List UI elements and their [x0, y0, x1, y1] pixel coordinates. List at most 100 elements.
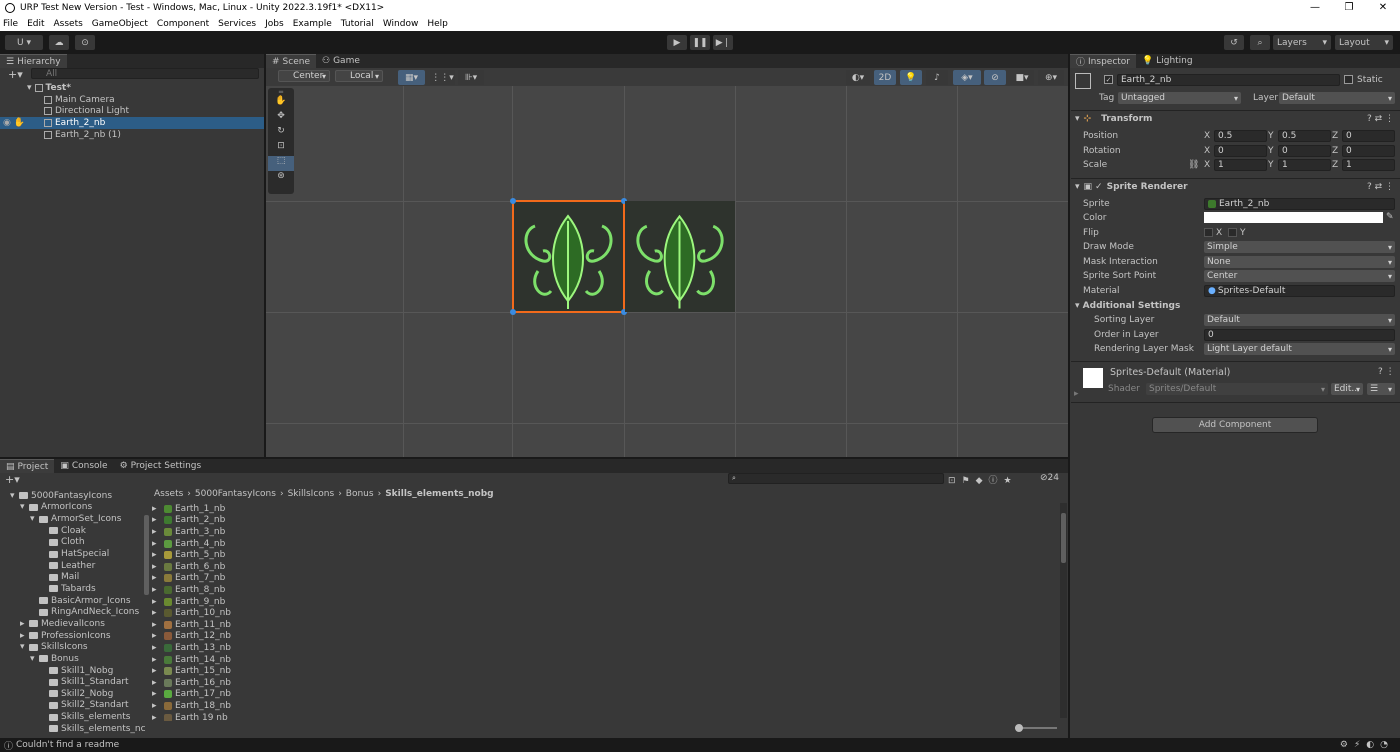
sprite-renderer-header[interactable]: ▾ ▣ ✓ Sprite Renderer? ⇄ ⋮	[1071, 178, 1400, 194]
menu-help[interactable]: Help	[427, 19, 448, 29]
tree-scrollbar[interactable]	[144, 515, 149, 595]
scale-z-axis-label[interactable]: Z	[1332, 160, 1338, 170]
folder-tree-item[interactable]: Mail	[40, 572, 79, 584]
asset-expand-icon[interactable]: ▸	[152, 643, 164, 653]
folder-tree-item[interactable]: Tabards	[40, 583, 96, 595]
menu-window[interactable]: Window	[383, 19, 419, 29]
project-search-input[interactable]: ⌕	[728, 473, 944, 484]
effects-icon[interactable]: ◈▾	[953, 70, 981, 85]
folder-tree-item[interactable]: ▸ MedievalIcons	[20, 618, 105, 630]
asset-list-item[interactable]: ▸ Earth_1_nb	[152, 503, 225, 515]
folder-tree-item[interactable]: Skills_elements	[40, 711, 130, 723]
asset-expand-icon[interactable]: ▸	[152, 597, 164, 607]
close-button[interactable]: ✕	[1366, 0, 1400, 16]
object-name-input[interactable]: Earth_2_nb	[1117, 74, 1340, 86]
asset-expand-icon[interactable]: ▸	[152, 585, 164, 595]
menu-example[interactable]: Example	[293, 19, 332, 29]
layers-dropdown[interactable]: Layers ▾	[1273, 35, 1331, 50]
asset-expand-icon[interactable]: ▸	[152, 666, 164, 676]
file-list-scrollbar[interactable]	[1060, 503, 1067, 718]
transform-header[interactable]: ▾ ⊹ Transform? ⇄ ⋮	[1071, 110, 1400, 126]
tab-project-settings[interactable]: ⚙ Project Settings	[114, 459, 208, 473]
gizmos-icon[interactable]: ⊕▾	[1038, 70, 1064, 85]
breadcrumb-skills-elements-nobg[interactable]: Skills_elements_nobg	[385, 489, 493, 499]
asset-list-item[interactable]: ▸ Earth_5_nb	[152, 549, 225, 561]
menu-file[interactable]: File	[3, 19, 18, 29]
asset-list-item[interactable]: ▸ Earth_16_nb	[152, 677, 231, 689]
folder-expand-icon[interactable]: ▾	[20, 642, 29, 652]
audio-toggle-icon[interactable]: ♪	[926, 70, 948, 85]
scale-lock-icon[interactable]: ⛓	[1188, 160, 1199, 170]
status-icons[interactable]: ⚙⚡◐◔	[1340, 740, 1394, 750]
position-y-input[interactable]: 0.5	[1278, 130, 1331, 142]
rotation-y-input[interactable]: 0	[1278, 145, 1331, 157]
position-y-axis-label[interactable]: Y	[1268, 131, 1274, 141]
hierarchy-item-earth-2[interactable]: Earth_2_nb	[44, 117, 105, 129]
hierarchy-item-main-camera[interactable]: Main Camera	[44, 94, 115, 106]
asset-list-item[interactable]: ▸ Earth_8_nb	[152, 584, 225, 596]
position-z-input[interactable]: 0	[1342, 130, 1395, 142]
folder-expand-icon[interactable]: ▾	[20, 502, 29, 512]
menu-jobs[interactable]: Jobs	[265, 19, 284, 29]
draw-mode-dropdown[interactable]: Simple	[1204, 241, 1395, 253]
folder-tree-item[interactable]: Cloth	[40, 537, 85, 549]
layer-dropdown[interactable]: Default	[1279, 92, 1395, 104]
tab-hierarchy[interactable]: ☰ Hierarchy	[0, 54, 67, 68]
asset-list-item[interactable]: ▸ Earth_12_nb	[152, 631, 231, 643]
material-foldout-icon[interactable]: ▸	[1074, 389, 1079, 399]
asset-expand-icon[interactable]: ▸	[152, 655, 164, 665]
material-field[interactable]: ● Sprites-Default	[1204, 285, 1395, 297]
asset-expand-icon[interactable]: ▸	[152, 550, 164, 560]
asset-list-item[interactable]: ▸ Earth_6_nb	[152, 561, 225, 573]
icon-size-slider[interactable]	[1015, 724, 1057, 732]
pivot-dropdown[interactable]: Center	[278, 70, 330, 82]
asset-expand-icon[interactable]: ▸	[152, 701, 164, 711]
shader-dropdown[interactable]: Sprites/Default	[1146, 383, 1328, 395]
rect-tool-icon[interactable]: ⬚	[268, 156, 294, 171]
folder-tree-item[interactable]: Skill1_Standart	[40, 676, 129, 688]
grid-visibility-icon[interactable]: ⋮⋮▾	[430, 70, 455, 85]
breadcrumb-bonus[interactable]: Bonus	[346, 489, 374, 499]
tab-inspector[interactable]: ⓘ Inspector	[1070, 54, 1136, 68]
asset-list-item[interactable]: ▸ Earth_18_nb	[152, 700, 231, 712]
shader-menu-icon[interactable]: ☰	[1367, 383, 1395, 395]
asset-expand-icon[interactable]: ▸	[152, 515, 164, 525]
asset-list-item[interactable]: ▸ Earth 19 nb	[152, 712, 228, 721]
folder-tree-item[interactable]: Skill1_Nobg	[40, 665, 113, 677]
asset-expand-icon[interactable]: ▸	[152, 713, 164, 721]
menu-services[interactable]: Services	[218, 19, 256, 29]
eyedropper-icon[interactable]: ✎	[1386, 212, 1394, 222]
tab-game[interactable]: ⚇ Game	[316, 54, 366, 68]
rect-handle[interactable]	[510, 198, 516, 204]
position-x-axis-label[interactable]: X	[1204, 131, 1210, 141]
asset-list-item[interactable]: ▸ Earth_4_nb	[152, 538, 225, 550]
folder-expand-icon[interactable]: ▾	[10, 491, 19, 501]
rect-handle[interactable]	[510, 309, 516, 315]
asset-expand-icon[interactable]: ▸	[152, 539, 164, 549]
sprite-field[interactable]: Earth_2_nb	[1204, 198, 1395, 210]
project-filter-icons[interactable]: ⊡⚑◆ⓘ★	[948, 473, 1018, 486]
toggle-2d-button[interactable]: 2D	[874, 70, 896, 85]
maximize-button[interactable]: ❐	[1332, 0, 1366, 16]
folder-tree-item[interactable]: Leather	[40, 560, 95, 572]
asset-list-item[interactable]: ▸ Earth_17_nb	[152, 689, 231, 701]
folder-tree-item[interactable]: HatSpecial	[40, 548, 109, 560]
search-icon[interactable]: ⌕	[1250, 35, 1270, 50]
breadcrumb-skillsicons[interactable]: SkillsIcons	[288, 489, 335, 499]
folder-tree-item[interactable]: ▾ ArmorIcons	[20, 502, 92, 514]
tab-lighting[interactable]: 💡 Lighting	[1136, 54, 1199, 68]
add-component-button[interactable]: Add Component	[1152, 417, 1318, 433]
layout-dropdown[interactable]: Layout ▾	[1335, 35, 1393, 50]
scale-z-input[interactable]: 1	[1342, 159, 1395, 171]
rotation-z-input[interactable]: 0	[1342, 145, 1395, 157]
grid-snap-icon[interactable]: ▦▾	[398, 70, 425, 85]
cloud-icon[interactable]: ☁	[49, 35, 69, 50]
folder-tree-item[interactable]: Skill2_Nobg	[40, 688, 113, 700]
play-button[interactable]: ▶	[667, 35, 687, 50]
rotation-z-axis-label[interactable]: Z	[1332, 146, 1338, 156]
menu-assets[interactable]: Assets	[54, 19, 83, 29]
hierarchy-item-earth-2-copy[interactable]: Earth_2_nb (1)	[44, 129, 121, 141]
space-dropdown[interactable]: Local	[335, 70, 383, 82]
transform-tool-icon[interactable]: ⊛	[268, 171, 294, 186]
asset-expand-icon[interactable]: ▸	[152, 504, 164, 514]
